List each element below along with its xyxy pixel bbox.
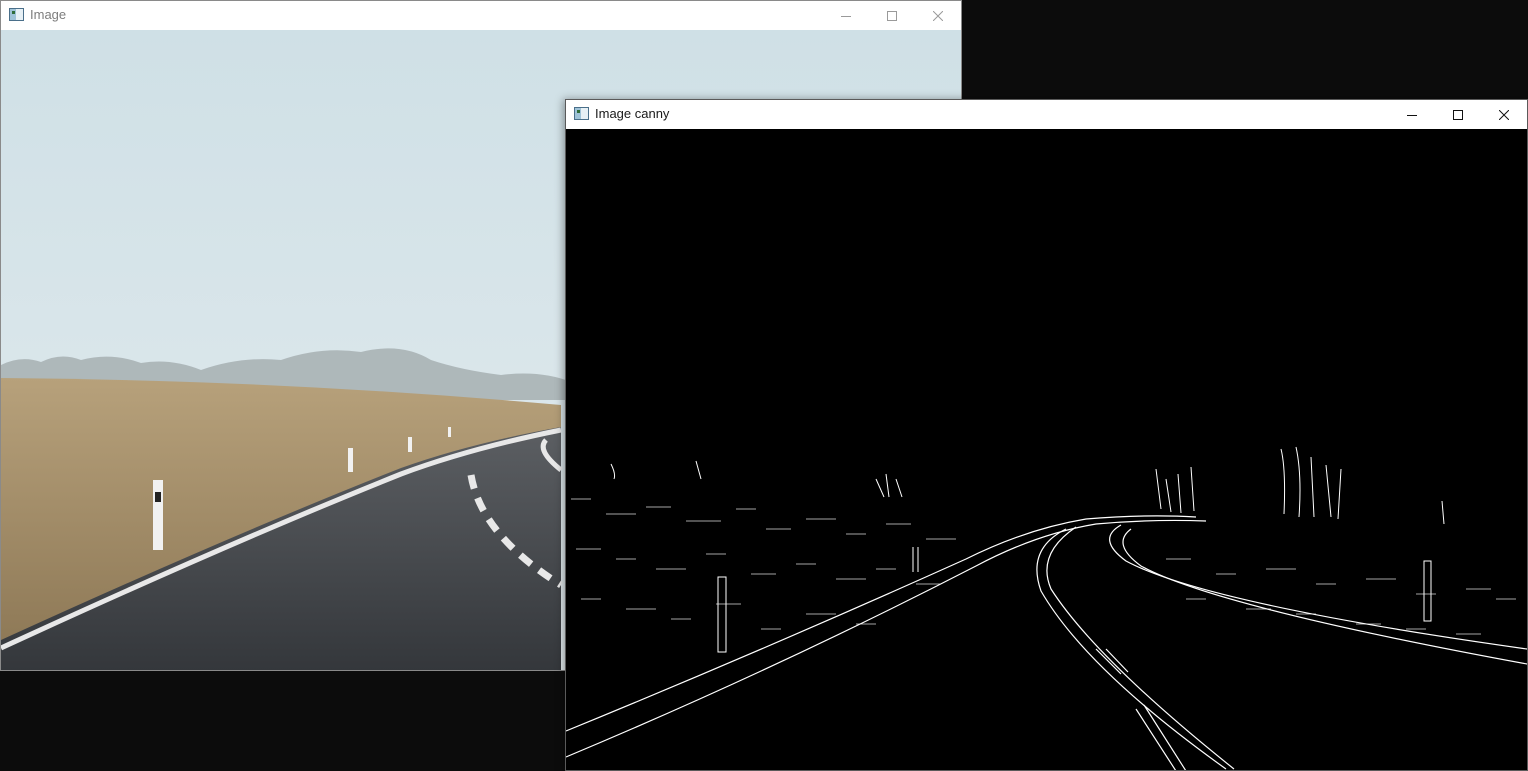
close-button[interactable] — [1481, 100, 1527, 129]
canny-image-canvas[interactable] — [566, 129, 1527, 770]
image-window-title: Image — [30, 7, 67, 22]
opencv-window-icon — [9, 8, 24, 21]
minimize-icon — [841, 15, 851, 17]
minimize-button[interactable] — [823, 1, 869, 30]
close-icon — [1499, 109, 1509, 120]
maximize-button[interactable] — [1435, 100, 1481, 129]
canny-window-titlebar[interactable]: Image canny — [566, 100, 1527, 129]
image-window-titlebar[interactable]: Image — [1, 1, 961, 30]
close-button[interactable] — [915, 1, 961, 30]
field-texture-edges — [571, 498, 1516, 635]
opencv-window-icon — [574, 107, 589, 120]
maximize-icon — [1453, 109, 1463, 120]
maximize-button[interactable] — [869, 1, 915, 30]
tree-edges — [610, 446, 1445, 525]
canny-edge-map — [566, 446, 1527, 770]
canny-window-title: Image canny — [595, 106, 670, 121]
minimize-icon — [1407, 114, 1417, 116]
post-edges — [717, 547, 1432, 653]
canny-window[interactable]: Image canny — [565, 99, 1528, 771]
minimize-button[interactable] — [1389, 100, 1435, 129]
close-icon — [933, 10, 943, 21]
maximize-icon — [887, 10, 897, 21]
